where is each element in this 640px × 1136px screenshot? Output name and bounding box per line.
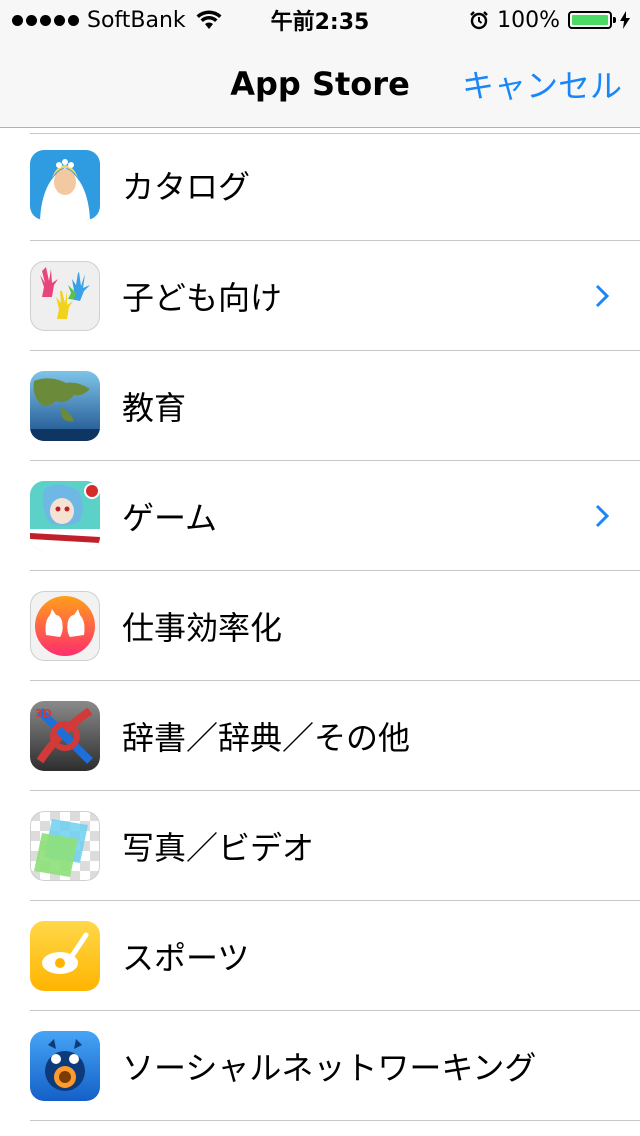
- category-label: カタログ: [122, 168, 251, 206]
- chevron-right-icon: [595, 284, 610, 308]
- cancel-button[interactable]: キャンセル: [462, 40, 622, 128]
- category-label: ゲーム: [122, 499, 218, 537]
- category-label: 教育: [122, 389, 187, 427]
- productivity-icon: [30, 591, 100, 661]
- social-networking-icon: [30, 1031, 100, 1101]
- category-row-education[interactable]: 教育: [0, 351, 640, 461]
- status-bar: SoftBank 午前2:35 100%: [0, 0, 640, 40]
- category-row-photo-video[interactable]: 写真／ビデオ: [0, 791, 640, 901]
- alarm-icon: [470, 11, 488, 30]
- photo-video-icon: [30, 811, 100, 881]
- games-icon: [30, 481, 100, 551]
- catalog-icon: [30, 150, 100, 220]
- category-row-social-networking[interactable]: ソーシャルネットワーキング: [0, 1011, 640, 1121]
- screen: SoftBank 午前2:35 100% App Store キャンセル カタロ…: [0, 0, 640, 1136]
- category-label: 仕事効率化: [122, 609, 283, 647]
- navigation-bar: App Store キャンセル: [0, 40, 640, 128]
- category-list: カタログ 子ども向け 教育 ゲーム 仕事効率化 3D 辞書／辞典／その他 写真／…: [0, 129, 640, 1121]
- kids-icon: [30, 261, 100, 331]
- status-right: 100%: [469, 0, 630, 40]
- reference-icon: 3D: [30, 701, 100, 771]
- svg-text:3D: 3D: [35, 707, 52, 720]
- category-row-games[interactable]: ゲーム: [0, 461, 640, 571]
- category-row-sports[interactable]: スポーツ: [0, 901, 640, 1011]
- charging-bolt-icon: [620, 11, 630, 29]
- category-row-kids[interactable]: 子ども向け: [0, 241, 640, 351]
- category-label: 辞書／辞典／その他: [122, 719, 411, 757]
- battery-icon: [568, 11, 616, 29]
- sports-icon: [30, 921, 100, 991]
- category-label: 子ども向け: [122, 279, 283, 317]
- category-row-catalog[interactable]: カタログ: [0, 129, 640, 241]
- chevron-right-icon: [595, 504, 610, 528]
- battery-fill: [572, 15, 608, 25]
- category-label: スポーツ: [122, 939, 250, 977]
- category-label: ソーシャルネットワーキング: [122, 1049, 537, 1087]
- battery-percent: 100%: [497, 7, 560, 33]
- category-row-productivity[interactable]: 仕事効率化: [0, 571, 640, 681]
- education-icon: [30, 371, 100, 441]
- category-label: 写真／ビデオ: [122, 829, 315, 867]
- category-row-reference[interactable]: 3D 辞書／辞典／その他: [0, 681, 640, 791]
